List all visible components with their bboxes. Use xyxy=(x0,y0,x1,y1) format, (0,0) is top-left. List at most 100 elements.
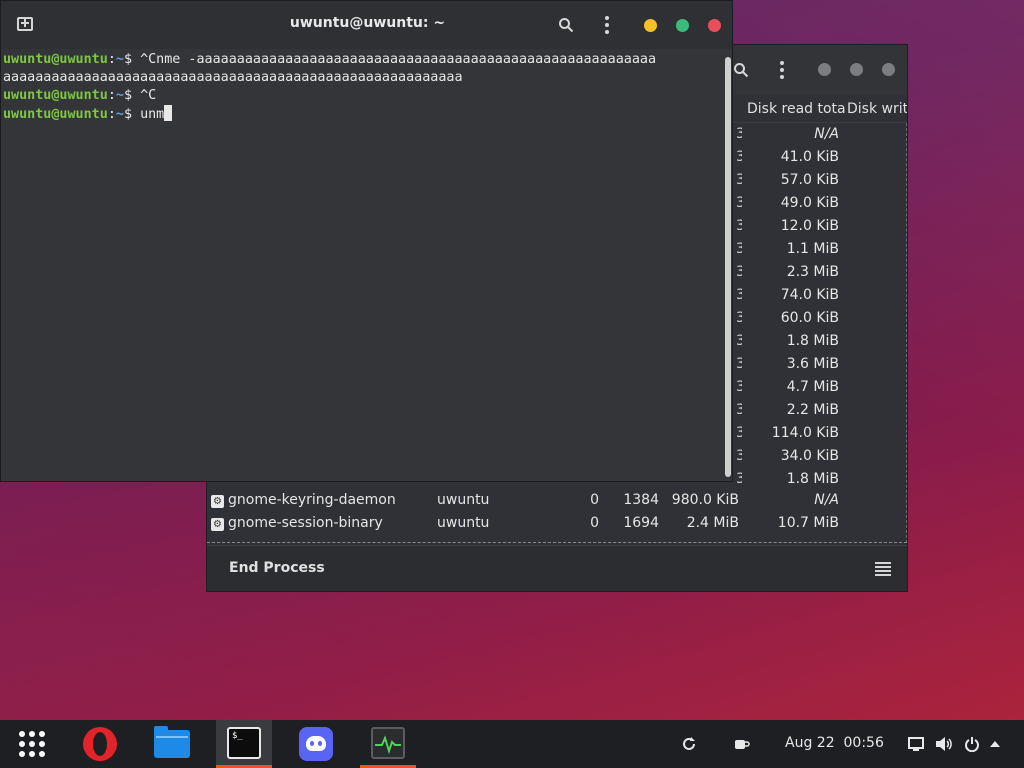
column-disk-read[interactable]: Disk read tota xyxy=(747,101,847,117)
window-title: uwuntu@uwuntu: ~ xyxy=(289,15,446,31)
command-text: ^C xyxy=(140,88,157,103)
process-user: uwuntu xyxy=(437,492,490,508)
prompt-user: uwuntu@uwuntu xyxy=(3,52,108,67)
prompt-user: uwuntu@uwuntu xyxy=(3,88,108,103)
process-user: uwuntu xyxy=(437,515,490,531)
terminal-icon: $_ xyxy=(227,726,261,759)
disk-read-cell: 57.0 KiB xyxy=(780,172,839,188)
caffeine-cup-icon[interactable] xyxy=(730,720,754,768)
screen-icon[interactable] xyxy=(906,720,926,768)
prompt-path: ~ xyxy=(115,107,124,122)
process-gear-icon: ⚙ xyxy=(211,495,224,508)
disk-read-cell: 60.0 KiB xyxy=(780,310,839,326)
memory-cell-edge: 3 xyxy=(736,307,742,330)
process-row[interactable]: ⚙ gnome-session-binary uwuntu 0 1694 2.4… xyxy=(207,513,907,536)
discord-launcher[interactable] xyxy=(288,720,344,768)
maximize-button[interactable] xyxy=(850,63,863,76)
memory-cell-edge: 3 xyxy=(736,169,742,192)
process-disk-read: N/A xyxy=(814,492,839,508)
minimize-button[interactable] xyxy=(644,19,657,32)
terminal-output[interactable]: uwuntu@uwuntu:~$ ^Cnme -aaaaaaaaaaaaaaaa… xyxy=(1,49,725,481)
disk-read-cell: 1.1 MiB xyxy=(786,241,839,257)
terminal-line: uwuntu@uwuntu:~$ ^Cnme -aaaaaaaaaaaaaaaa… xyxy=(3,51,725,69)
prompt-path: ~ xyxy=(115,52,124,67)
memory-cell-edge: 3 xyxy=(736,422,742,445)
system-monitor-footer: End Process xyxy=(207,545,907,591)
clock-time: 00:56 xyxy=(843,735,884,751)
disk-read-cell: 2.2 MiB xyxy=(786,402,839,418)
maximize-button[interactable] xyxy=(676,19,689,32)
search-icon[interactable] xyxy=(554,13,578,37)
terminal-line: uwuntu@uwuntu:~$ unm xyxy=(3,105,725,123)
clock-date: Aug 22 xyxy=(785,735,835,751)
close-button[interactable] xyxy=(708,19,721,32)
opera-icon xyxy=(83,727,117,761)
opera-launcher[interactable] xyxy=(72,720,128,768)
prompt-separator: : xyxy=(107,88,116,103)
disk-read-cell: 12.0 KiB xyxy=(780,218,839,234)
terminal-window[interactable]: uwuntu@uwuntu: ~ uwuntu@uwuntu:~$ ^Cnme … xyxy=(0,0,733,482)
prompt-separator: : xyxy=(107,52,116,67)
power-icon[interactable] xyxy=(962,720,982,768)
process-cpu: 0 xyxy=(590,515,599,531)
disk-read-cell: 2.3 MiB xyxy=(786,264,839,280)
terminal-scrollbar[interactable] xyxy=(725,57,731,477)
memory-cell-edge: 3 xyxy=(736,468,742,491)
chevron-up-icon[interactable] xyxy=(986,720,1004,768)
command-text: ^Cnme -aaaaaaaaaaaaaaaaaaaaaaaaaaaaaaaaa… xyxy=(140,52,657,67)
process-name: gnome-session-binary xyxy=(228,515,383,531)
memory-cell-edge: 3 xyxy=(736,376,742,399)
process-memory: 2.4 MiB xyxy=(686,515,739,531)
disk-read-column: N/A 41.0 KiB 57.0 KiB 49.0 KiB 12.0 KiB 1.1 M… xyxy=(767,123,839,491)
process-disk-read: 10.7 MiB xyxy=(777,515,839,531)
files-icon xyxy=(154,726,190,758)
command-input[interactable]: unm xyxy=(140,107,164,122)
partial-row-divider xyxy=(207,542,907,543)
show-apps-button[interactable] xyxy=(4,720,60,768)
disk-read-cell: 1.8 MiB xyxy=(786,471,839,487)
process-row[interactable]: ⚙ gnome-keyring-daemon uwuntu 0 1384 980… xyxy=(207,490,907,513)
process-cpu: 0 xyxy=(590,492,599,508)
close-button[interactable] xyxy=(882,63,895,76)
kebab-menu-icon[interactable] xyxy=(772,58,792,82)
disk-read-cell: 49.0 KiB xyxy=(780,195,839,211)
taskbar: $_ Aug 22 00:56 xyxy=(0,720,1024,768)
files-launcher[interactable] xyxy=(144,720,200,768)
disk-read-cell: N/A xyxy=(814,126,839,142)
text-cursor xyxy=(164,105,173,121)
volume-icon[interactable] xyxy=(933,720,955,768)
prompt-user: uwuntu@uwuntu xyxy=(3,107,108,122)
memory-column-edge: 3333333333333333 xyxy=(736,123,742,543)
memory-cell-edge: 3 xyxy=(736,330,742,353)
disk-read-cell: 41.0 KiB xyxy=(780,149,839,165)
prompt-symbol: $ xyxy=(123,107,141,122)
show-apps-icon xyxy=(19,731,45,757)
memory-cell-edge: 3 xyxy=(736,353,742,376)
command-continuation: aaaaaaaaaaaaaaaaaaaaaaaaaaaaaaaaaaaaaaaa… xyxy=(3,70,463,85)
end-process-button[interactable]: End Process xyxy=(229,560,325,576)
process-memory: 980.0 KiB xyxy=(671,492,739,508)
terminal-launcher[interactable]: $_ xyxy=(216,720,272,768)
terminal-headerbar[interactable]: uwuntu@uwuntu: ~ xyxy=(1,1,732,49)
kebab-menu-icon[interactable] xyxy=(597,13,617,37)
minimize-button[interactable] xyxy=(818,63,831,76)
system-monitor-icon xyxy=(371,726,405,759)
clock[interactable]: Aug 22 00:56 xyxy=(785,735,884,751)
process-gear-icon: ⚙ xyxy=(211,518,224,531)
disk-read-cell: 1.8 MiB xyxy=(786,333,839,349)
memory-cell-edge: 3 xyxy=(736,215,742,238)
memory-cell-edge: 3 xyxy=(736,261,742,284)
memory-cell-edge: 3 xyxy=(736,284,742,307)
hamburger-menu-icon[interactable] xyxy=(875,562,891,576)
terminal-line: aaaaaaaaaaaaaaaaaaaaaaaaaaaaaaaaaaaaaaaa… xyxy=(3,69,725,87)
column-disk-write[interactable]: Disk writ xyxy=(847,101,907,117)
disk-read-cell: 114.0 KiB xyxy=(771,425,839,441)
system-monitor-launcher[interactable] xyxy=(360,720,416,768)
prompt-separator: : xyxy=(107,107,116,122)
disk-read-cell: 4.7 MiB xyxy=(786,379,839,395)
process-id: 1384 xyxy=(623,492,659,508)
prompt-path: ~ xyxy=(115,88,124,103)
disk-read-cell: 74.0 KiB xyxy=(780,287,839,303)
refresh-icon[interactable] xyxy=(678,720,700,768)
disk-read-cell: 34.0 KiB xyxy=(780,448,839,464)
